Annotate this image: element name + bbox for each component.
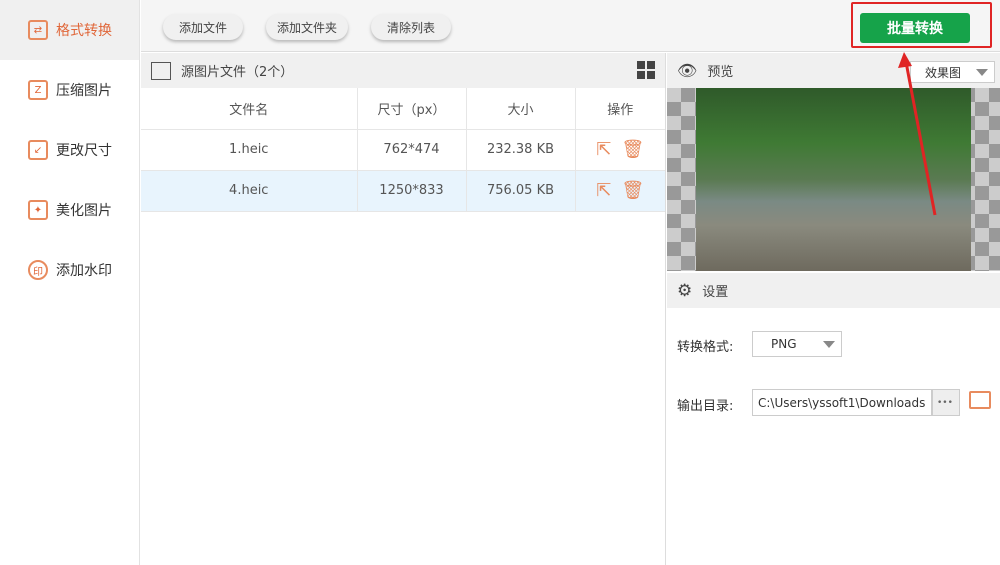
- annotation-arrow: [898, 52, 937, 216]
